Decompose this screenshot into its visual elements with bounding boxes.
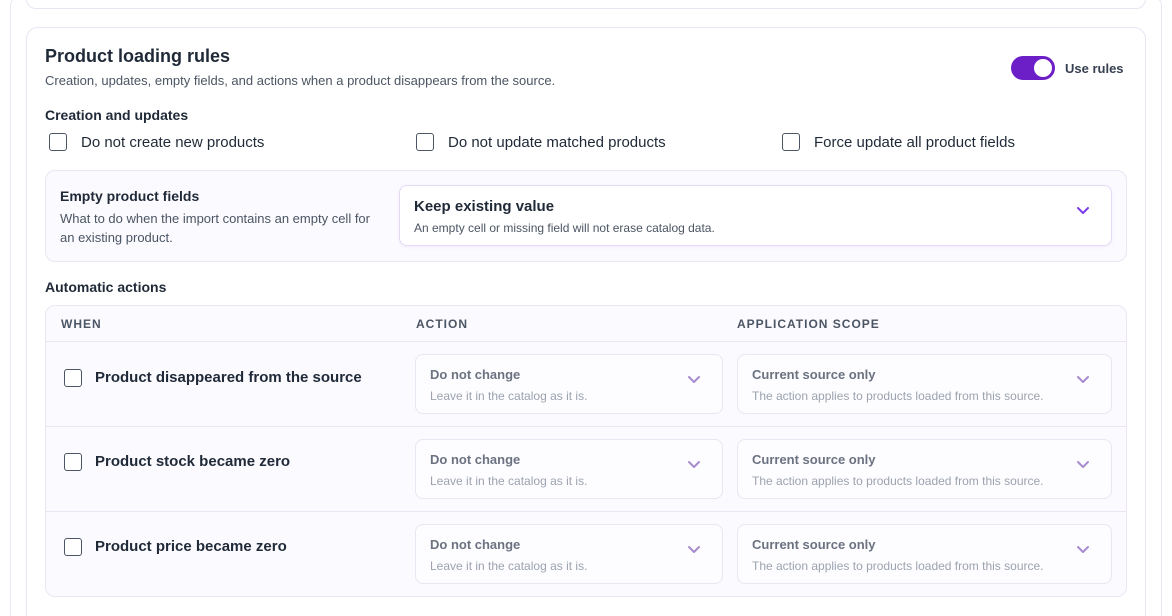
column-header-when: WHEN	[61, 317, 102, 331]
select-value: Do not change	[430, 537, 521, 552]
chevron-down-icon	[687, 375, 701, 385]
action-select-stock-zero[interactable]: Do not change Leave it in the catalog as…	[415, 439, 723, 499]
select-hint: The action applies to products loaded fr…	[752, 559, 1044, 573]
column-header-action: ACTION	[416, 317, 468, 331]
select-value: Current source only	[752, 537, 876, 552]
chevron-down-icon	[1076, 375, 1090, 385]
select-hint: Leave it in the catalog as it is.	[430, 389, 588, 403]
row-label-stock-zero: Product stock became zero	[95, 453, 291, 470]
section-subtitle: Creation, updates, empty fields, and act…	[45, 73, 556, 88]
option-label: Do not create new products	[81, 133, 265, 151]
chevron-down-icon	[687, 545, 701, 555]
toggle-label: Use rules	[1065, 60, 1124, 76]
toggle-knob	[1034, 59, 1052, 77]
empty-fields-description: What to do when the import contains an e…	[60, 211, 370, 245]
column-header-scope: APPLICATION SCOPE	[737, 317, 880, 331]
row-checkbox-disappeared[interactable]	[64, 369, 82, 387]
option-label: Force update all product fields	[814, 133, 1015, 151]
actions-heading: Automatic actions	[45, 279, 167, 295]
scope-select-price-zero[interactable]: Current source only The action applies t…	[737, 524, 1112, 584]
select-hint: Leave it in the catalog as it is.	[430, 474, 588, 488]
toggle-switch[interactable]	[1011, 56, 1055, 80]
row-label-price-zero: Product price became zero	[95, 538, 287, 555]
table-divider	[46, 341, 1126, 342]
select-value: Do not change	[430, 367, 521, 382]
select-hint: An empty cell or missing field will not …	[414, 221, 715, 235]
option-do-not-create[interactable]: Do not create new products	[49, 133, 264, 151]
table-divider	[46, 426, 1126, 427]
checkbox[interactable]	[49, 133, 67, 151]
row-label-disappeared: Product disappeared from the source	[95, 369, 362, 386]
previous-section-card	[26, 0, 1146, 9]
select-hint: The action applies to products loaded fr…	[752, 474, 1044, 488]
row-checkbox-price-zero[interactable]	[64, 538, 82, 556]
creation-heading: Creation and updates	[45, 107, 189, 123]
option-do-not-update[interactable]: Do not update matched products	[416, 133, 666, 151]
action-select-price-zero[interactable]: Do not change Leave it in the catalog as…	[415, 524, 723, 584]
use-rules-toggle[interactable]: Use rules	[1011, 56, 1124, 80]
empty-fields-title: Empty product fields	[60, 188, 200, 204]
select-hint: The action applies to products loaded fr…	[752, 389, 1044, 403]
scope-select-stock-zero[interactable]: Current source only The action applies t…	[737, 439, 1112, 499]
select-value: Current source only	[752, 452, 876, 467]
chevron-down-icon	[1076, 206, 1090, 216]
action-select-disappeared[interactable]: Do not change Leave it in the catalog as…	[415, 354, 723, 414]
chevron-down-icon	[687, 460, 701, 470]
chevron-down-icon	[1076, 545, 1090, 555]
select-value: Keep existing value	[414, 198, 555, 215]
select-value: Do not change	[430, 452, 521, 467]
scope-select-disappeared[interactable]: Current source only The action applies t…	[737, 354, 1112, 414]
option-force-update[interactable]: Force update all product fields	[782, 133, 1015, 151]
section-title: Product loading rules	[45, 46, 231, 66]
checkbox[interactable]	[416, 133, 434, 151]
table-divider	[46, 511, 1126, 512]
select-value: Current source only	[752, 367, 876, 382]
empty-fields-select[interactable]: Keep existing value An empty cell or mis…	[399, 185, 1112, 246]
option-label: Do not update matched products	[448, 133, 666, 151]
select-hint: Leave it in the catalog as it is.	[430, 559, 588, 573]
checkbox[interactable]	[782, 133, 800, 151]
row-checkbox-stock-zero[interactable]	[64, 453, 82, 471]
chevron-down-icon	[1076, 460, 1090, 470]
